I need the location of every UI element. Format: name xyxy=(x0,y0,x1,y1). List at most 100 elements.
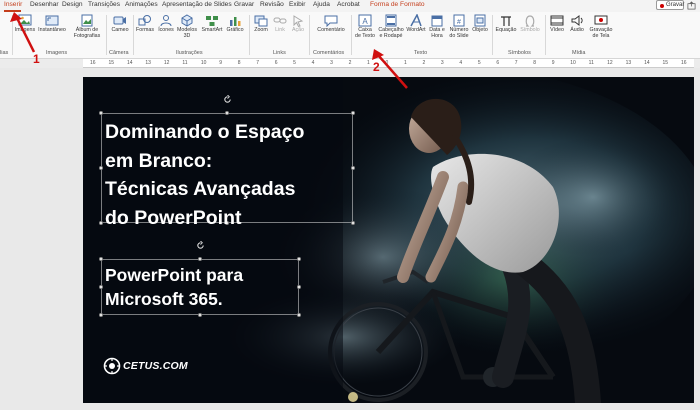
shapes-button[interactable]: Formas xyxy=(135,14,155,33)
header-footer-button[interactable]: Cabeçalho e Rodapé xyxy=(378,14,404,39)
ruler-number: 10 xyxy=(200,60,207,66)
powerpoint-window: Inserir Desenhar Design Transições Anima… xyxy=(0,0,700,410)
ruler-number: 11 xyxy=(588,60,594,66)
photo-album-label-2: Fotografias xyxy=(73,33,101,39)
resize-handle[interactable] xyxy=(225,111,229,115)
resize-handle[interactable] xyxy=(297,313,301,317)
ruler-number: 3 xyxy=(330,60,333,66)
chart-label: Gráfico xyxy=(226,27,244,33)
slide-canvas[interactable]: Dominando o Espaço em Branco: Técnicas A… xyxy=(83,77,694,403)
group-label-images: Imagens xyxy=(46,50,68,56)
ruler-number: 12 xyxy=(163,60,170,66)
smartart-label: SmartArt xyxy=(201,27,223,33)
record-button-label: Gravar xyxy=(666,1,685,8)
cetus-logo-text: CETUS.COM xyxy=(123,360,188,372)
ruler-number: 3 xyxy=(440,60,444,66)
object-button[interactable]: Objeto xyxy=(471,14,489,33)
ruler-number: 13 xyxy=(625,60,632,66)
camera-icon xyxy=(113,16,126,25)
slide-number-label-2: do Slide xyxy=(449,33,469,39)
tab-apresentacao-de-slides[interactable]: Apresentação de Slides xyxy=(162,1,232,8)
ruler-number: 4 xyxy=(459,60,463,66)
calendar-icon xyxy=(431,15,443,27)
annotation-step-1: 1 xyxy=(33,52,40,66)
photo-album-button[interactable]: Álbum de Fotografias xyxy=(70,14,104,39)
text-box-icon: A xyxy=(358,14,372,27)
slide-number-icon: # xyxy=(453,14,465,27)
tab-desenhar[interactable]: Desenhar xyxy=(30,1,59,8)
screenshot-icon xyxy=(45,15,59,26)
slide-number-button[interactable]: # Número do Slide xyxy=(448,14,470,39)
ruler-number: 6 xyxy=(274,60,278,66)
resize-handle[interactable] xyxy=(99,257,103,261)
tab-revisao[interactable]: Revisão xyxy=(260,1,284,8)
resize-handle[interactable] xyxy=(198,257,202,261)
record-button[interactable]: Gravar xyxy=(656,0,684,10)
chart-button[interactable]: Gráfico xyxy=(225,14,245,33)
comment-button[interactable]: Comentário xyxy=(312,14,350,33)
resize-handle[interactable] xyxy=(198,313,202,317)
tab-ajuda[interactable]: Ajuda xyxy=(313,1,330,8)
smartart-button[interactable]: SmartArt xyxy=(200,14,224,33)
symbol-label: Símbolo xyxy=(520,27,540,33)
ribbon-separator xyxy=(492,15,493,55)
text-box-button[interactable]: A Caixa de Texto xyxy=(354,14,376,39)
ruler-number: 1 xyxy=(403,60,407,66)
ruler-number: 15 xyxy=(108,60,115,66)
equation-label: Equação xyxy=(495,27,517,33)
share-icon[interactable] xyxy=(687,1,696,10)
screen-recording-label-2: de Tela xyxy=(592,33,610,39)
resize-handle[interactable] xyxy=(99,221,103,225)
tab-exibir[interactable]: Exibir xyxy=(289,1,306,8)
tab-transicoes[interactable]: Transições xyxy=(88,1,120,8)
action-button[interactable]: Ação xyxy=(289,14,307,33)
ruler-number: 10 xyxy=(570,60,576,66)
record-dot-icon xyxy=(660,3,664,8)
wordart-button[interactable]: WordArt xyxy=(405,14,427,33)
slide-subtitle-line: Microsoft 365. xyxy=(105,289,223,309)
resize-handle[interactable] xyxy=(297,257,301,261)
ruler-number: 7 xyxy=(514,60,518,66)
symbol-button[interactable]: Símbolo xyxy=(518,14,542,33)
tab-gravar[interactable]: Gravar xyxy=(234,1,254,8)
resize-handle[interactable] xyxy=(99,166,103,170)
tab-acrobat[interactable]: Acrobat xyxy=(337,1,360,8)
rotate-handle-icon[interactable] xyxy=(223,95,232,104)
resize-handle[interactable] xyxy=(351,221,355,225)
tab-design[interactable]: Design xyxy=(62,1,83,8)
resize-handle[interactable] xyxy=(99,111,103,115)
equation-button[interactable]: Equação xyxy=(495,14,517,33)
ruler-number: 14 xyxy=(644,60,650,66)
screen-recording-button[interactable]: Gravação de Tela xyxy=(588,14,614,39)
cameo-button[interactable]: Cameo xyxy=(108,14,132,33)
ruler-number: 16 xyxy=(681,60,687,66)
resize-handle[interactable] xyxy=(99,313,103,317)
ruler-number: 2 xyxy=(422,60,426,66)
date-time-button[interactable]: Data e Hora xyxy=(428,14,446,39)
ribbon: lias Imagens Instantâneo Álbum de Fotogr… xyxy=(0,12,700,59)
link-button[interactable]: Link xyxy=(272,14,288,33)
screenshot-button[interactable]: Instantâneo xyxy=(38,14,66,33)
ruler-number: 8 xyxy=(237,60,241,66)
action-icon xyxy=(293,15,304,27)
audio-button[interactable]: Áudio xyxy=(568,14,586,33)
zoom-button[interactable]: Zoom xyxy=(251,14,271,33)
group-label-camera: Câmera xyxy=(109,50,129,56)
tab-inserir[interactable]: Inserir xyxy=(4,1,22,8)
resize-handle[interactable] xyxy=(351,166,355,170)
chart-icon xyxy=(230,17,241,26)
ruler-number: 9 xyxy=(551,60,555,66)
resize-handle[interactable] xyxy=(351,111,355,115)
ruler-number: 7 xyxy=(256,60,259,66)
tab-forma-de-formato[interactable]: Forma de Formato xyxy=(370,1,425,8)
rotate-handle-icon[interactable] xyxy=(196,241,205,250)
3d-models-button[interactable]: Modelos 3D xyxy=(176,14,198,39)
picture-icon xyxy=(18,14,32,26)
header-footer-icon xyxy=(385,14,397,27)
images-button[interactable]: Imagens xyxy=(14,14,36,33)
tab-animacoes[interactable]: Animações xyxy=(125,1,158,8)
video-button[interactable]: Vídeo xyxy=(548,14,566,33)
resize-handle[interactable] xyxy=(99,285,103,289)
icons-button[interactable]: Ícones xyxy=(157,14,175,33)
ribbon-separator xyxy=(351,15,352,55)
